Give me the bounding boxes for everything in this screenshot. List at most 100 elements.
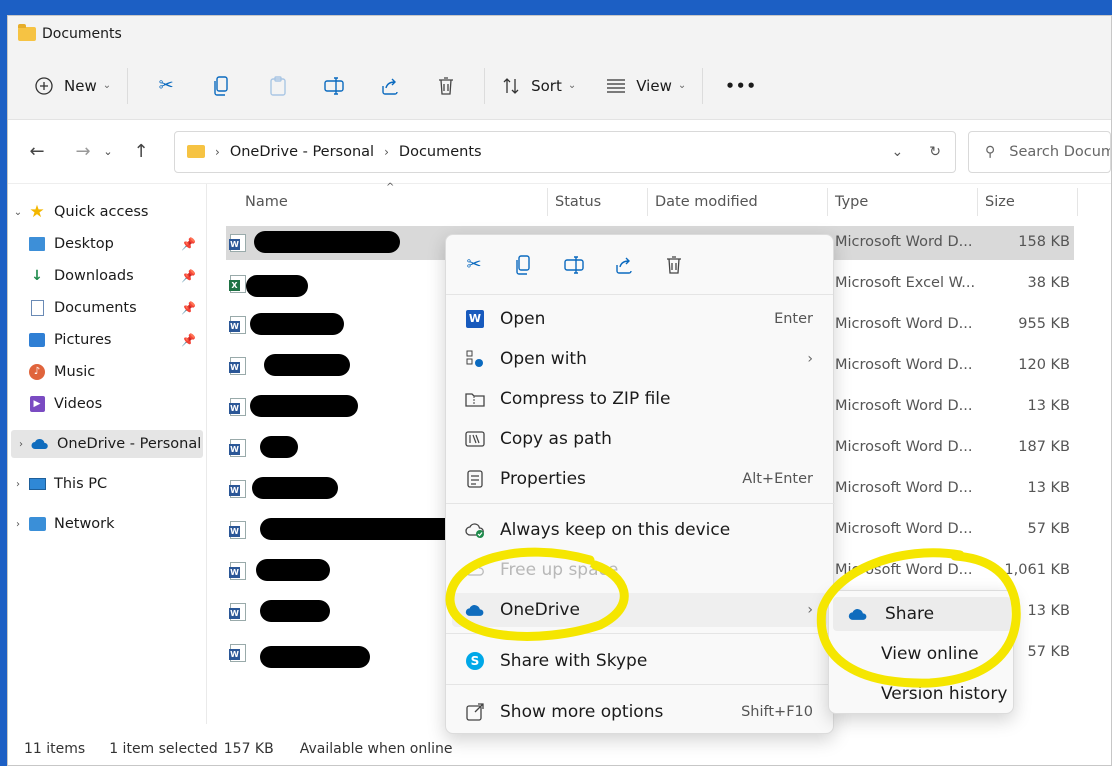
column-date-modified[interactable]: Date modified [655,194,758,210]
context-always-keep[interactable]: Always keep on this device [452,513,827,547]
onedrive-submenu: Share View online Version history [828,590,1014,714]
trash-icon[interactable] [662,253,686,277]
view-button[interactable]: View ⌄ [600,68,692,104]
context-show-more-options[interactable]: Show more options Shift+F10 [452,695,827,729]
context-open-with[interactable]: Open with › [452,342,827,376]
search-input[interactable]: ⚲ Search Documents [968,130,1111,173]
sort-icon [501,76,521,96]
pane-divider [206,184,207,724]
context-copy-as-path[interactable]: Copy as path [452,422,827,456]
sidebar-label: This PC [54,476,108,492]
sidebar-label: Music [54,364,96,380]
chevron-right-icon: › [807,351,813,367]
context-properties[interactable]: Properties Alt+Enter [452,462,827,496]
sidebar-item-downloads[interactable]: ↓ Downloads 📌 [8,262,204,290]
rename-icon[interactable] [562,253,586,277]
paste-icon [268,75,288,96]
pin-icon: 📌 [181,269,196,283]
column-status[interactable]: Status [555,194,601,210]
search-placeholder: Search Documents [1009,143,1110,160]
breadcrumb-onedrive[interactable]: OneDrive - Personal [230,144,374,160]
address-dropdown-icon[interactable]: ⌄ [892,144,904,160]
menu-label: Properties [500,469,586,489]
desktop-icon [28,235,46,253]
status-bar: 11 items 1 item selected 157 KB Availabl… [24,741,453,757]
rename-button[interactable] [306,68,362,104]
submenu-view-online[interactable]: View online [833,637,1011,671]
share-button[interactable] [362,68,418,104]
word-file-icon: W [229,316,246,334]
up-arrow-icon[interactable]: ↑ [126,141,156,162]
redacted-filename [246,275,308,297]
column-divider[interactable] [977,188,978,216]
redacted-filename [264,354,350,376]
shortcut-hint: Alt+Enter [742,471,813,487]
zip-folder-icon [464,388,486,410]
sidebar-item-this-pc[interactable]: › This PC [8,470,204,498]
availability-status: Available when online [299,741,453,757]
sort-button[interactable]: Sort ⌄ [495,68,582,104]
word-file-icon: W [229,480,246,498]
sidebar-item-music[interactable]: ♪ Music [8,358,204,386]
new-button[interactable]: New ⌄ [28,68,117,104]
address-bar[interactable]: › OneDrive - Personal › Documents ⌄ ↻ [174,130,956,173]
column-size[interactable]: Size [985,194,1015,210]
redacted-filename [260,436,298,458]
chevron-right-icon: › [16,478,20,490]
menu-divider [446,633,835,634]
column-divider[interactable] [547,188,548,216]
sidebar-item-network[interactable]: › Network [8,510,204,538]
paste-button[interactable] [250,68,306,104]
menu-label: Open [500,309,546,329]
column-name[interactable]: Name [245,194,288,210]
sidebar-item-documents[interactable]: Documents 📌 [8,294,204,322]
cloud-outline-icon [464,559,486,581]
more-options-button[interactable]: ••• [713,68,769,104]
refresh-icon[interactable]: ↻ [929,144,941,160]
share-icon[interactable] [612,253,636,277]
redacted-filename [260,646,370,668]
recent-chevron-icon[interactable]: ⌄ [98,145,118,158]
column-divider[interactable] [1077,188,1078,216]
menu-label: Show more options [500,702,664,722]
redacted-filename [250,395,358,417]
submenu-version-history[interactable]: Version history [833,677,1011,711]
chevron-down-icon: ⌄ [567,80,577,91]
column-divider[interactable] [647,188,648,216]
context-free-up-space: Free up space [452,553,827,587]
context-share-skype[interactable]: S Share with Skype [452,644,827,678]
redacted-filename [250,313,344,335]
context-quick-actions: ✂ [446,235,833,295]
picture-icon [28,331,46,349]
column-divider[interactable] [827,188,828,216]
column-headers: Name ^ Status Date modified Type Size [226,182,1096,216]
delete-button[interactable] [418,68,474,104]
context-onedrive[interactable]: OneDrive › [452,593,827,627]
menu-label: Share [885,604,935,624]
forward-arrow-icon[interactable]: → [68,141,98,162]
trash-icon [436,76,456,96]
breadcrumb-documents[interactable]: Documents [399,144,482,160]
shortcut-hint: Shift+F10 [741,704,813,720]
word-file-icon: W [229,521,246,539]
copy-button[interactable] [194,68,250,104]
sidebar-item-videos[interactable]: ▶ Videos [8,390,204,418]
submenu-share[interactable]: Share [833,597,1011,631]
back-arrow-icon[interactable]: ← [22,141,52,162]
scissors-icon[interactable]: ✂ [462,253,486,277]
computer-icon [28,475,46,493]
pin-icon: 📌 [181,237,196,251]
context-compress-zip[interactable]: Compress to ZIP file [452,382,827,416]
context-open[interactable]: W Open Enter [452,302,827,336]
copy-icon[interactable] [512,253,536,277]
sidebar-item-onedrive[interactable]: › OneDrive - Personal [11,430,203,458]
sidebar-item-desktop[interactable]: Desktop 📌 [8,230,204,258]
sidebar-item-quick-access[interactable]: ⌄ ★ Quick access [8,198,204,226]
cut-button[interactable]: ✂ [138,68,194,104]
menu-label: Always keep on this device [500,520,731,540]
sidebar-item-pictures[interactable]: Pictures 📌 [8,326,204,354]
item-count: 11 items [24,741,86,757]
menu-label: Copy as path [500,429,612,449]
column-type[interactable]: Type [835,194,868,210]
file-size: 120 KB [1018,357,1070,373]
